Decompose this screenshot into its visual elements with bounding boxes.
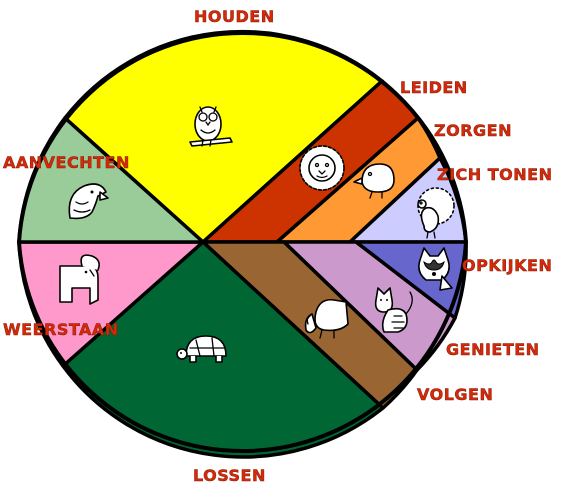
label-zorgen: ZORGEN [434, 121, 512, 140]
label-lossen: LOSSEN [193, 466, 266, 485]
label-volgen: VOLGEN [417, 385, 493, 404]
lion-icon [299, 145, 345, 191]
label-houden: HOUDEN [194, 7, 275, 26]
label-opkijken: OPKIJKEN [462, 256, 552, 275]
label-zich-tonen: ZICH TONEN [437, 165, 552, 184]
label-weerstaan: WEERSTAAN [3, 320, 119, 339]
label-genieten: GENIETEN [446, 340, 540, 359]
label-leiden: LEIDEN [400, 78, 468, 97]
label-aanvechten: AANVECHTEN [3, 153, 130, 172]
personality-wheel-diagram: HOUDEN LEIDEN ZORGEN ZICH TONEN OPKIJKEN… [3, 7, 552, 486]
